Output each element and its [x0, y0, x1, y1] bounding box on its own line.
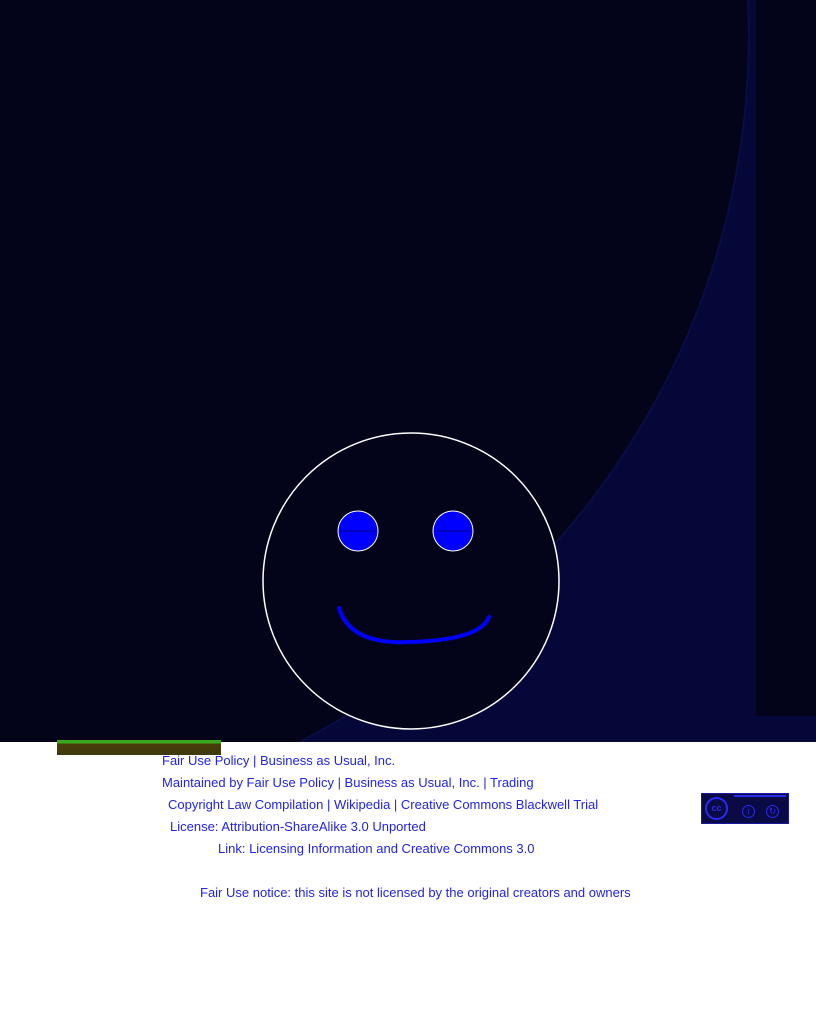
cc-license-badge[interactable]: cc i ↻: [701, 793, 789, 824]
right-edge-shadow: [756, 0, 816, 716]
credits-spacer: [150, 860, 690, 882]
credits-line-4[interactable]: License: Attribution-ShareAlike 3.0 Unpo…: [150, 816, 690, 838]
credits-line-5[interactable]: Link: Licensing Information and Creative…: [150, 838, 690, 860]
smiley-illustration: [0, 0, 816, 742]
attribution-icon: i: [742, 805, 755, 818]
badge-top-rule: [734, 795, 786, 804]
smiley-canvas: [0, 0, 816, 742]
cc-icon: cc: [705, 797, 728, 820]
face-outline: [262, 432, 560, 730]
credits-line-3[interactable]: Copyright Law Compilation | Wikipedia | …: [150, 794, 690, 816]
share-alike-icon: ↻: [766, 805, 779, 818]
credits-line-6: Fair Use notice: this site is not licens…: [200, 885, 631, 900]
credits-line-2: Maintained by Fair Use Policy | Business…: [162, 775, 534, 790]
page: Fair Use Policy | Business as Usual, Inc…: [0, 0, 816, 1024]
credits-line-1: Fair Use Policy | Business as Usual, Inc…: [162, 753, 396, 768]
credits-block: Fair Use Policy | Business as Usual, Inc…: [150, 750, 690, 904]
